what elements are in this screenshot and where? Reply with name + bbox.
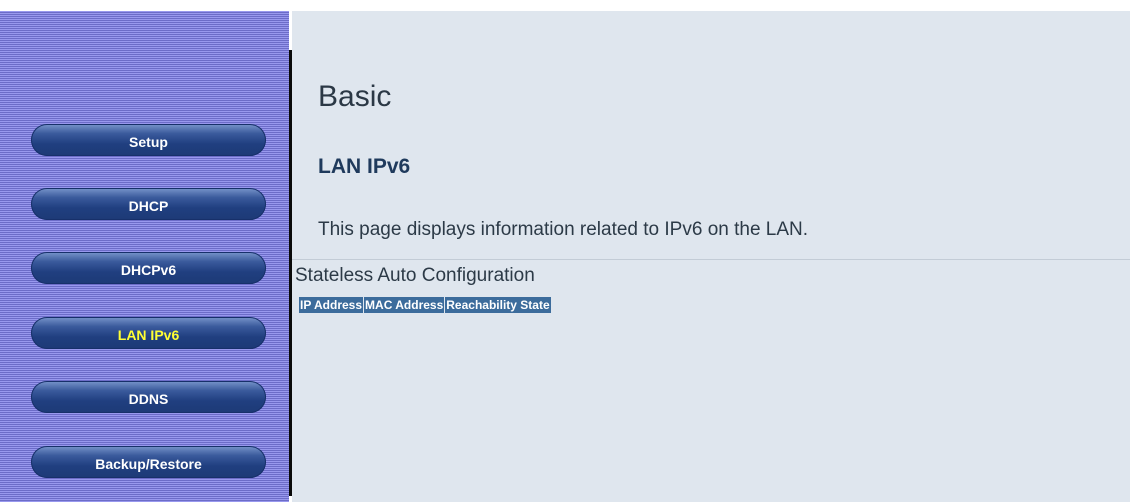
page-description: This page displays information related t… — [318, 219, 809, 240]
sidebar: Setup DHCP DHCPv6 LAN IPv6 DDNS Backup/R… — [0, 11, 289, 502]
main-content — [292, 11, 1130, 502]
section-title: LAN IPv6 — [318, 155, 411, 178]
nav-button-setup[interactable]: Setup — [31, 124, 266, 156]
nav-button-ddns[interactable]: DDNS — [31, 381, 266, 413]
stateless-auto-config-label: Stateless Auto Configuration — [295, 265, 535, 286]
neighbor-table-header: IP Address MAC Address Reachability Stat… — [299, 297, 552, 313]
column-header-reachability-state: Reachability State — [445, 297, 551, 313]
nav-button-lan-ipv6[interactable]: LAN IPv6 — [31, 317, 266, 349]
page-title: Basic — [318, 80, 392, 113]
nav-button-dhcpv6[interactable]: DHCPv6 — [31, 252, 266, 284]
horizontal-divider — [292, 259, 1130, 260]
column-header-ip-address: IP Address — [299, 297, 364, 313]
column-header-mac-address: MAC Address — [364, 297, 445, 313]
nav-button-dhcp[interactable]: DHCP — [31, 188, 266, 220]
nav-button-backup-restore[interactable]: Backup/Restore — [31, 446, 266, 478]
